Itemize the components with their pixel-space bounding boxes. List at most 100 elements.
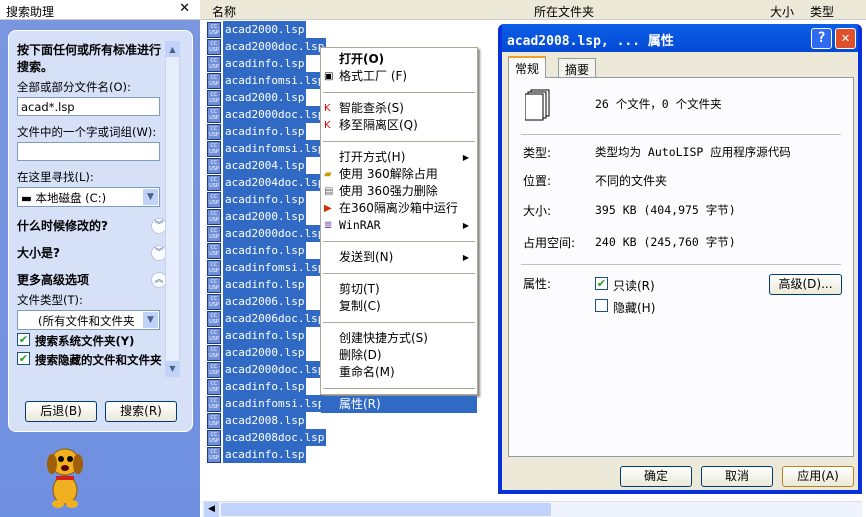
word-input[interactable] — [17, 142, 160, 161]
file-row[interactable]: CC USP acadinfomsi.lsp — [207, 259, 327, 276]
back-button[interactable]: 后退(B) — [25, 401, 97, 422]
menu-360-sandbox[interactable]: ▶ 在360隔离沙箱中运行 — [321, 200, 477, 217]
scroll-thumb[interactable] — [221, 503, 551, 516]
menu-separator — [323, 92, 475, 93]
menu-properties[interactable]: 属性(R) — [321, 396, 477, 413]
ok-button[interactable]: 确定 — [620, 466, 692, 487]
scroll-up-icon[interactable]: ▲ — [166, 42, 179, 57]
file-row[interactable]: CC USP acad2006doc.lsp — [207, 310, 327, 327]
menu-rename[interactable]: 重命名(M) — [321, 364, 477, 381]
horizontal-scrollbar[interactable]: ◀ — [202, 501, 862, 517]
menu-copy[interactable]: 复制(C) — [321, 298, 477, 315]
menu-format-factory[interactable]: ▣ 格式工厂 (F) — [321, 68, 477, 85]
lsp-file-icon: CC USP — [207, 276, 221, 293]
menu-delete[interactable]: 删除(D) — [321, 347, 477, 364]
file-name: acadinfo.lsp — [223, 123, 307, 140]
search-hidden-checkbox[interactable]: ✔ 搜索隐藏的文件和文件夹 — [17, 352, 167, 368]
menu-cut[interactable]: 剪切(T) — [321, 281, 477, 298]
file-row[interactable]: CC USP acad2000doc.lsp — [207, 38, 327, 55]
search-button[interactable]: 搜索(R) — [105, 401, 177, 422]
file-name: acad2008.lsp — [223, 412, 307, 429]
filetype-label: 文件类型(T): — [17, 293, 83, 307]
cancel-button[interactable]: 取消 — [701, 466, 773, 487]
menu-open-with[interactable]: 打开方式(H) ▶ — [321, 149, 477, 166]
file-row[interactable]: CC USP acadinfo.lsp — [207, 55, 307, 72]
lsp-file-icon: CC USP — [207, 378, 221, 395]
menu-scan[interactable]: K 智能查杀(S) — [321, 100, 477, 117]
size-value: 395 KB (404,975 字节) — [595, 203, 736, 217]
file-row[interactable]: CC USP acad2004.lsp — [207, 157, 307, 174]
file-row[interactable]: CC USP acadinfomsi.lsp — [207, 72, 327, 89]
dialog-titlebar[interactable]: acad2008.lsp, ... 属性 ? ✕ — [502, 24, 858, 52]
hidden-checkbox[interactable]: 隐藏(H) — [595, 299, 655, 316]
file-row[interactable]: CC USP acad2000.lsp — [207, 344, 307, 361]
tab-general[interactable]: 常规 — [508, 56, 547, 78]
lookin-select[interactable]: ▬ 本地磁盘 (C:) ▼ — [17, 187, 160, 207]
menu-create-shortcut[interactable]: 创建快捷方式(S) — [321, 330, 477, 347]
lsp-file-icon: CC USP — [207, 446, 221, 463]
menu-winrar[interactable]: ≣ WinRAR ▶ — [321, 217, 477, 234]
file-row[interactable]: CC USP acad2000doc.lsp — [207, 225, 327, 242]
column-size[interactable]: 大小 — [770, 3, 794, 20]
tab-summary[interactable]: 摘要 — [558, 58, 597, 78]
file-row[interactable]: CC USP acadinfo.lsp — [207, 446, 307, 463]
file-row[interactable]: CC USP acad2000.lsp — [207, 89, 307, 106]
file-row[interactable]: CC USP acadinfo.lsp — [207, 191, 307, 208]
file-row[interactable]: CC USP acad2000.lsp — [207, 21, 307, 38]
apply-button[interactable]: 应用(A) — [782, 466, 854, 487]
size-label: 大小是? — [17, 246, 60, 260]
location-value: 不同的文件夹 — [595, 174, 668, 188]
readonly-checkbox[interactable]: ✔ 只读(R) — [595, 277, 655, 294]
file-row[interactable]: CC USP acad2000doc.lsp — [207, 361, 327, 378]
column-name[interactable]: 名称 — [212, 3, 236, 20]
check-icon: ✔ — [17, 333, 30, 346]
menu-quarantine[interactable]: K 移至隔离区(Q) — [321, 117, 477, 134]
lookin-label: 在这里寻找(L): — [17, 170, 94, 184]
chevron-down-icon[interactable]: ▼ — [143, 189, 158, 205]
filetype-select[interactable]: (所有文件和文件夹 ▼ — [17, 310, 160, 330]
close-icon[interactable]: ✕ — [179, 1, 190, 16]
menu-send-to[interactable]: 发送到(N) ▶ — [321, 249, 477, 266]
advanced-button[interactable]: 高级(D)... — [769, 274, 842, 295]
filename-input[interactable]: acad*.lsp — [17, 97, 160, 116]
file-row[interactable]: CC USP acadinfo.lsp — [207, 276, 307, 293]
multiple-files-icon — [524, 88, 553, 125]
file-name: acadinfo.lsp — [223, 378, 307, 395]
file-row[interactable]: CC USP acadinfo.lsp — [207, 327, 307, 344]
scroll-down-icon[interactable]: ▼ — [166, 361, 179, 376]
file-row[interactable]: CC USP acad2008doc.lsp — [207, 429, 327, 446]
help-icon[interactable]: ? — [811, 28, 832, 49]
file-name: acadinfomsi.lsp — [223, 259, 327, 276]
column-folder[interactable]: 所在文件夹 — [534, 3, 594, 20]
file-row[interactable]: CC USP acadinfo.lsp — [207, 242, 307, 259]
menu-open[interactable]: 打开(O) — [321, 51, 477, 68]
lsp-file-icon: CC USP — [207, 208, 221, 225]
drive-icon: ▬ — [21, 191, 36, 205]
file-name: acadinfo.lsp — [223, 276, 307, 293]
file-row[interactable]: CC USP acad2004doc.lsp — [207, 174, 327, 191]
file-row[interactable]: CC USP acadinfo.lsp — [207, 123, 307, 140]
file-row[interactable]: CC USP acadinfomsi.lsp — [207, 395, 327, 412]
file-name: acad2000doc.lsp — [223, 38, 327, 55]
search-dog-icon[interactable] — [40, 440, 90, 510]
menu-360-force-delete[interactable]: ▤ 使用 360强力删除 — [321, 183, 477, 200]
file-row[interactable]: CC USP acad2008.lsp — [207, 412, 307, 429]
column-type[interactable]: 类型 — [810, 3, 834, 20]
lsp-file-icon: CC USP — [207, 225, 221, 242]
size-label: 大小: — [523, 204, 552, 218]
file-row[interactable]: CC USP acad2006.lsp — [207, 293, 307, 310]
close-icon[interactable]: ✕ — [835, 28, 856, 49]
chevron-down-icon[interactable]: ▼ — [143, 312, 158, 328]
checkbox-label: 搜索系统文件夹(Y) — [35, 334, 135, 348]
search-system-checkbox[interactable]: ✔ 搜索系统文件夹(Y) — [17, 333, 167, 349]
type-value: 类型均为 AutoLISP 应用程序源代码 — [595, 145, 791, 159]
panel-scrollbar[interactable]: ▲ ▼ — [165, 41, 180, 377]
file-name: acadinfomsi.lsp — [223, 395, 327, 412]
file-row[interactable]: CC USP acad2000.lsp — [207, 208, 307, 225]
file-name: acad2000.lsp — [223, 89, 307, 106]
menu-360-unlock[interactable]: ▰ 使用 360解除占用 — [321, 166, 477, 183]
file-row[interactable]: CC USP acadinfomsi.lsp — [207, 140, 327, 157]
file-row[interactable]: CC USP acadinfo.lsp — [207, 378, 307, 395]
file-row[interactable]: CC USP acad2000doc.lsp — [207, 106, 327, 123]
scroll-left-icon[interactable]: ◀ — [204, 502, 219, 517]
